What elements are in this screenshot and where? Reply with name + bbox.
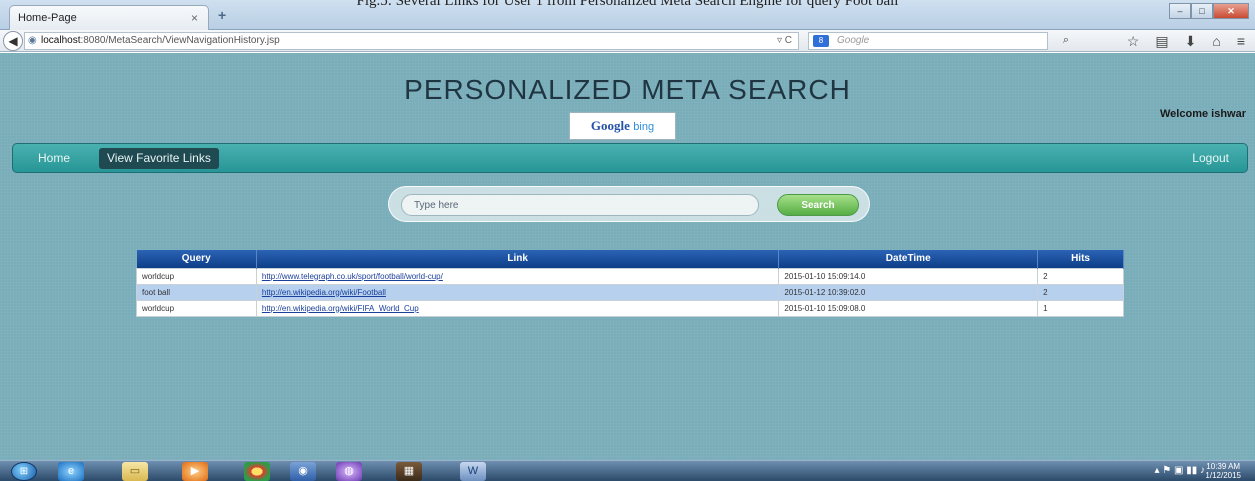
table-row: foot ball http://en.wikipedia.org/wiki/F… (136, 283, 1124, 301)
chrome-icon[interactable] (244, 462, 270, 481)
browser-app-icon[interactable]: ◍ (336, 462, 362, 481)
history-link[interactable]: http://en.wikipedia.org/wiki/FIFA_World_… (262, 304, 419, 313)
cell-datetime: 2015-01-10 15:09:08.0 (778, 299, 1039, 317)
history-link[interactable]: http://en.wikipedia.org/wiki/Football (262, 288, 386, 297)
browser-nav-bar: ◀ ◉ localhost:8080/MetaSearch/ViewNaviga… (0, 30, 1255, 52)
site-title: PERSONALIZED META SEARCH (404, 74, 851, 105)
table-row: worldcup http://en.wikipedia.org/wiki/FI… (136, 299, 1124, 317)
globe-icon: ◉ (28, 35, 37, 46)
cell-hits: 2 (1037, 283, 1124, 301)
browser-toolbar-icons: ☆ ▤ ⬇ ⌂ ≡ (1127, 33, 1245, 50)
bing-logo: bing (633, 121, 655, 133)
cell-hits: 2 (1037, 267, 1124, 285)
search-form: Search (388, 186, 870, 222)
column-header-datetime: DateTime (778, 250, 1039, 268)
tab-title: Home-Page (18, 12, 77, 24)
cell-query: worldcup (136, 267, 257, 285)
search-engines-logo: Google bing (569, 112, 676, 140)
cell-hits: 1 (1037, 299, 1124, 317)
table-row: worldcup http://www.telegraph.co.uk/spor… (136, 267, 1124, 285)
address-bar[interactable]: ◉ localhost:8080/MetaSearch/ViewNavigati… (24, 32, 799, 50)
table-header-row: Query Link DateTime Hits (136, 250, 1124, 268)
download-icon[interactable]: ⬇ (1185, 33, 1197, 50)
word-icon[interactable]: W (460, 462, 486, 481)
web-page: PERSONALIZED META SEARCH Google bing Wel… (0, 53, 1255, 460)
column-header-query: Query (136, 250, 257, 268)
figure-caption: Fig.5: Several Links for User 1 from Per… (356, 0, 899, 9)
screenshot: Home-Page × + – □ ✕ Fig.5: Several Links… (0, 0, 1255, 481)
tab-close-icon[interactable]: × (191, 11, 198, 25)
cell-link: http://www.telegraph.co.uk/sport/footbal… (255, 267, 780, 285)
cell-query: foot ball (136, 283, 257, 301)
menu-logout-link[interactable]: Logout (1192, 151, 1229, 165)
media-player-icon[interactable]: ▶ (182, 462, 208, 481)
reload-icon[interactable]: ▿ C (777, 35, 792, 46)
menu-icon[interactable]: ≡ (1237, 33, 1245, 50)
internet-explorer-icon[interactable]: e (58, 462, 84, 481)
menu-favorite-links[interactable]: View Favorite Links (99, 148, 219, 169)
browser-search-placeholder: Google (837, 35, 870, 46)
app-icon[interactable]: ▦ (396, 462, 422, 481)
url-host: localhost (41, 35, 81, 46)
cell-link: http://en.wikipedia.org/wiki/Football (255, 283, 780, 301)
cell-datetime: 2015-01-10 15:09:14.0 (778, 267, 1039, 285)
welcome-message: Welcome ishwar (1160, 108, 1246, 120)
windows-taskbar: ⊞ e ▭ ▶ ◉ ◍ ▦ W ▴ ⚑ ▣ ▮▮ ♪ 10:39 AM 1/12… (0, 460, 1255, 481)
menu-home-link[interactable]: Home (38, 151, 70, 165)
column-header-hits: Hits (1037, 250, 1124, 268)
back-arrow-icon[interactable]: ◀ (3, 31, 23, 51)
magnifier-icon[interactable]: ⌕ (1063, 34, 1069, 47)
bookmark-star-icon[interactable]: ☆ (1127, 33, 1140, 50)
taskbar-clock[interactable]: 10:39 AM 1/12/2015 (1205, 462, 1241, 480)
search-button[interactable]: Search (777, 194, 859, 216)
start-button-icon[interactable]: ⊞ (11, 462, 37, 481)
cell-link: http://en.wikipedia.org/wiki/FIFA_World_… (255, 299, 780, 317)
column-header-link: Link (256, 250, 780, 268)
system-tray-icons[interactable]: ▴ ⚑ ▣ ▮▮ ♪ (1154, 465, 1205, 476)
query-input[interactable] (401, 194, 759, 216)
google-engine-icon[interactable]: 8 (813, 35, 829, 47)
site-menu-bar: Home View Favorite Links Logout (12, 143, 1248, 173)
clock-date: 1/12/2015 (1205, 471, 1241, 480)
cell-query: worldcup (136, 299, 257, 317)
clock-time: 10:39 AM (1206, 462, 1241, 471)
google-logo: Google (590, 118, 630, 133)
url-path: :8080/MetaSearch/ViewNavigationHistory.j… (80, 35, 280, 46)
browser-search-box[interactable]: 8 Google ⌕ (808, 32, 1069, 50)
history-link[interactable]: http://www.telegraph.co.uk/sport/footbal… (262, 272, 443, 281)
navigation-history-table: Query Link DateTime Hits worldcup http:/… (136, 250, 1124, 317)
bookmarks-list-icon[interactable]: ▤ (1155, 33, 1168, 50)
home-icon[interactable]: ⌂ (1212, 33, 1220, 50)
firefox-icon[interactable]: ◉ (290, 462, 316, 481)
cell-datetime: 2015-01-12 10:39:02.0 (778, 283, 1039, 301)
file-explorer-icon[interactable]: ▭ (122, 462, 148, 481)
